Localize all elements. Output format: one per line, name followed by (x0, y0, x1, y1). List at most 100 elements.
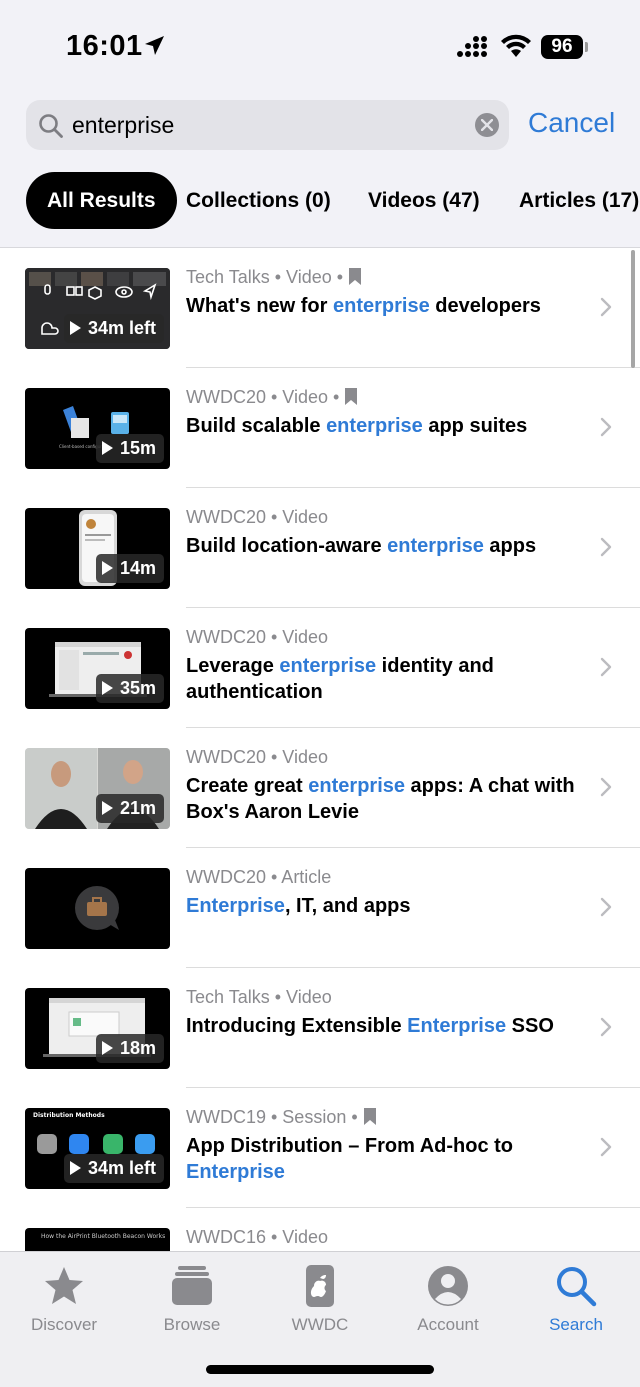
meta-text: WWDC20 • Video (186, 507, 329, 527)
duration-label: 34m left (87, 1158, 156, 1178)
result-title: What's new for enterprise developers (186, 295, 541, 317)
play-icon (101, 561, 113, 575)
result-title: Introducing Extensible Enterprise SSO (186, 1015, 554, 1037)
result-meta: WWDC20 • Video (186, 627, 328, 648)
meta-text: WWDC16 • Video (186, 1227, 329, 1247)
result-meta: WWDC20 • Video (186, 507, 328, 528)
search-input[interactable] (72, 106, 462, 144)
battery-indicator: 96 (541, 35, 583, 59)
tab-bar-search[interactable]: Search (512, 1258, 640, 1338)
chevron-right-icon (600, 777, 612, 797)
list-item[interactable]: How the AirPrint Bluetooth Beacon Works … (0, 1208, 640, 1252)
tab-all-results[interactable]: All Results (26, 172, 177, 229)
tab-bar-label: Account (417, 1315, 479, 1334)
result-meta: WWDC20 • Video (186, 747, 328, 768)
duration-label: 15m (119, 438, 156, 458)
clear-search-button[interactable] (475, 113, 499, 137)
meta-text: WWDC20 • Video (186, 627, 329, 647)
search-header: Cancel All Results Collections (0) Video… (0, 96, 640, 248)
tab-bar-label: Search (549, 1315, 603, 1334)
star-icon (45, 1267, 83, 1304)
meta-text: WWDC20 • Video • (186, 387, 340, 407)
tab-bar-account[interactable]: Account (384, 1258, 512, 1338)
duration-badge: 18m (95, 1034, 164, 1063)
list-item[interactable]: WWDC20 • Article Enterprise, IT, and app… (0, 848, 640, 968)
duration-badge: 35m (95, 674, 164, 703)
video-thumbnail: 21m (25, 748, 170, 829)
result-title: Build scalable enterprise app suites (186, 415, 528, 437)
result-title: Leverage enterprise identity and authent… (186, 655, 494, 703)
chevron-right-icon (600, 1137, 612, 1157)
thumbnail-art: How the AirPrint Bluetooth Beacon Works (41, 1233, 165, 1240)
duration-label: 35m (119, 678, 156, 698)
wifi-icon (501, 34, 531, 57)
status-time: 16:01 (66, 30, 143, 62)
video-thumbnail: How the AirPrint Bluetooth Beacon Works (25, 1228, 170, 1252)
duration-badge: 15m (95, 434, 164, 463)
bookmark-icon (349, 268, 362, 285)
tab-articles[interactable]: Articles (17) (519, 172, 639, 229)
list-item[interactable]: 21m WWDC20 • Video Create great enterpri… (0, 728, 640, 848)
duration-badge: 34m left (63, 314, 164, 343)
svg-text:Distribution Methods: Distribution Methods (33, 1112, 105, 1119)
scroll-indicator[interactable] (631, 250, 635, 368)
search-field[interactable] (26, 100, 509, 150)
duration-badge: 34m left (63, 1154, 164, 1183)
result-meta: WWDC19 • Session • (186, 1107, 377, 1128)
bookmark-icon (345, 388, 358, 405)
tab-bar-label: Browse (163, 1315, 221, 1334)
tab-bar-wwdc[interactable]: WWDC (256, 1258, 384, 1338)
meta-text: WWDC19 • Session • (186, 1107, 358, 1127)
result-meta: WWDC20 • Video • (186, 387, 358, 408)
result-title: Create great enterprise apps: A chat wit… (186, 775, 575, 823)
list-item[interactable]: 34m left Tech Talks • Video • What's new… (0, 248, 640, 368)
location-arrow-icon (145, 36, 164, 55)
tab-bar-label: Discover (30, 1315, 98, 1334)
duration-label: 21m (119, 798, 156, 818)
video-thumbnail: 35m (25, 628, 170, 709)
meta-text: Tech Talks • Video (186, 987, 332, 1007)
list-item[interactable]: Distribution Methods 34m left WWDC19 • S… (0, 1088, 640, 1208)
play-icon (101, 1041, 113, 1055)
meta-text: WWDC20 • Video (186, 747, 329, 767)
tab-videos[interactable]: Videos (47) (368, 172, 480, 229)
cancel-button[interactable]: Cancel (528, 107, 615, 139)
magnifying-glass-icon (39, 114, 63, 138)
result-title: Build location-aware enterprise apps (186, 535, 537, 557)
result-title: Enterprise, IT, and apps (186, 895, 411, 917)
video-thumbnail: 14m (25, 508, 170, 589)
duration-label: 14m (119, 558, 156, 578)
video-thumbnail: Distribution Methods 34m left (25, 1108, 170, 1189)
play-icon (69, 321, 81, 335)
tab-bar-browse[interactable]: Browse (128, 1258, 256, 1338)
video-thumbnail: Client-based configuration 15m (25, 388, 170, 469)
result-title: App Distribution – From Ad-hoc to Enterp… (186, 1135, 514, 1183)
duration-badge: 21m (95, 794, 164, 823)
list-item[interactable]: 18m Tech Talks • Video Introducing Exten… (0, 968, 640, 1088)
tab-collections[interactable]: Collections (0) (186, 172, 331, 229)
list-item[interactable]: 14m WWDC20 • Video Build location-aware … (0, 488, 640, 608)
result-meta: Tech Talks • Video (186, 987, 332, 1008)
status-bar: 16:01 96 (0, 0, 640, 96)
battery-nub (585, 42, 588, 52)
duration-label: 34m left (87, 318, 156, 338)
briefcase-bubble-icon (75, 886, 119, 930)
result-meta: WWDC16 • Video (186, 1227, 328, 1248)
cellular-signal-icon (457, 36, 487, 57)
duration-label: 18m (119, 1038, 156, 1058)
list-item[interactable]: Client-based configuration 15m WWDC20 • … (0, 368, 640, 488)
list-item[interactable]: 35m WWDC20 • Video Leverage enterprise i… (0, 608, 640, 728)
chevron-right-icon (600, 1017, 612, 1037)
play-icon (101, 441, 113, 455)
result-meta: Tech Talks • Video • (186, 267, 362, 288)
video-thumbnail: 18m (25, 988, 170, 1069)
play-icon (69, 1161, 81, 1175)
tab-bar-discover[interactable]: Discover (0, 1258, 128, 1338)
results-list: 34m left Tech Talks • Video • What's new… (0, 248, 640, 1252)
home-indicator (206, 1365, 434, 1374)
chevron-right-icon (600, 537, 612, 557)
bookmark-icon (363, 1108, 376, 1125)
wwdc-icon (306, 1265, 334, 1307)
play-icon (101, 801, 113, 815)
video-thumbnail: 34m left (25, 268, 170, 349)
